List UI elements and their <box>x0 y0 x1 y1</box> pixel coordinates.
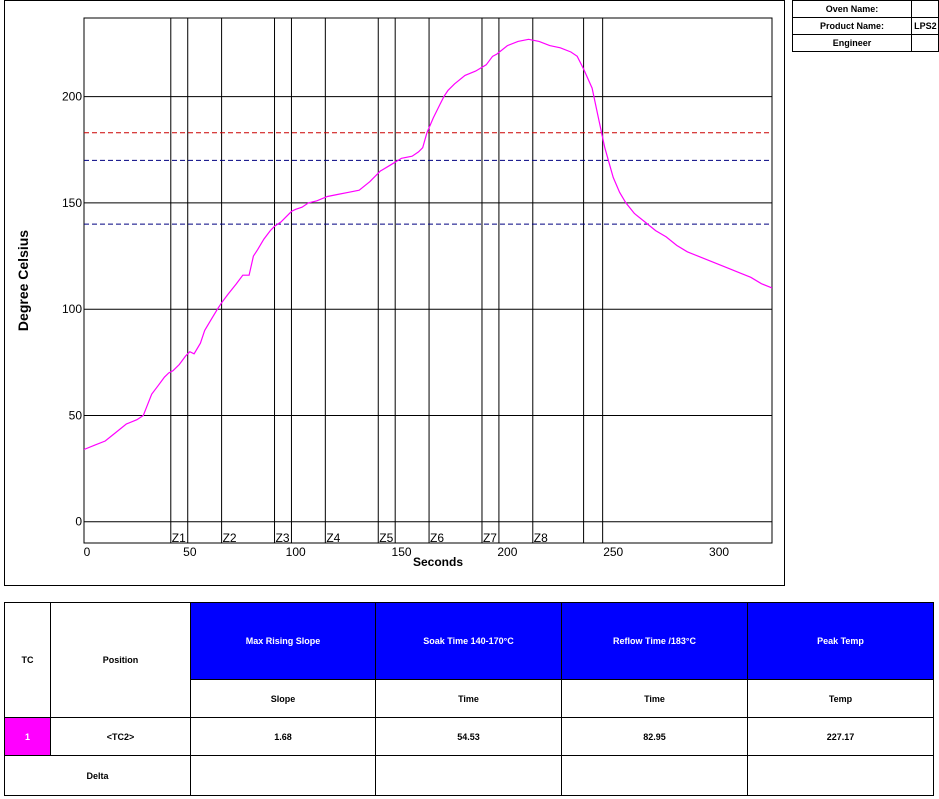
slope-unit: Slope <box>190 679 376 718</box>
slope-value: 1.68 <box>190 717 376 756</box>
reflow-time-unit: Time <box>561 679 748 718</box>
reflow-time-header: Reflow Time /183°C <box>561 602 748 680</box>
x-tick-label: 150 <box>392 545 412 559</box>
delta-slope <box>190 755 376 796</box>
zone-label: Z2 <box>223 531 237 545</box>
x-axis-title: Seconds <box>413 555 463 569</box>
y-tick-label: 200 <box>62 90 82 104</box>
x-tick-label: 0 <box>84 545 91 559</box>
temperature-profile-chart: 0 50 100 150 200 0 50 100 150 200 250 300 Z1 Z2 Z3 Z4 Z5… <box>15 17 773 569</box>
y-tick-label: 100 <box>62 302 82 316</box>
temperature-curve <box>83 38 773 451</box>
oven-name-label: Oven Name: <box>791 0 913 18</box>
tc-number: 1 <box>4 717 51 756</box>
max-rising-slope-header: Max Rising Slope <box>190 602 376 680</box>
table-row: 1 <TC2> 1.68 54.53 82.95 227.17 <box>4 717 934 756</box>
reflow-time-value: 82.95 <box>561 717 748 756</box>
soak-time-unit: Time <box>375 679 562 718</box>
chart-panel: 0 50 100 150 200 0 50 100 150 200 250 300 Z1 Z2 Z3 Z4 Z5… <box>4 0 785 586</box>
info-table: Oven Name: Product Name: LPS2 Engineer <box>791 0 939 52</box>
y-tick-label: 150 <box>62 196 82 210</box>
engineer-label: Engineer <box>791 34 913 52</box>
soak-time-header: Soak Time 140-170°C <box>375 602 562 680</box>
oven-name-value <box>911 0 939 18</box>
delta-peak-temp <box>747 755 934 796</box>
results-table: TC Position Max Rising Slope Soak Time 1… <box>4 602 934 796</box>
zone-label: Z3 <box>276 531 290 545</box>
x-tick-label: 100 <box>286 545 306 559</box>
zone-label: Z4 <box>326 531 340 545</box>
y-axis-title: Degree Celsius <box>15 230 31 331</box>
x-tick-label: 300 <box>709 545 729 559</box>
position-header: Position <box>50 602 191 718</box>
peak-temp-unit: Temp <box>747 679 934 718</box>
tc-header: TC <box>4 602 51 718</box>
product-name-value: LPS2 <box>911 17 939 35</box>
y-tick-label: 50 <box>69 408 83 422</box>
zone-label: Z5 <box>379 531 393 545</box>
zone-label: Z8 <box>534 531 548 545</box>
peak-temp-value: 227.17 <box>747 717 934 756</box>
zone-label: Z6 <box>430 531 444 545</box>
y-tick-label: 0 <box>75 515 82 529</box>
delta-soak-time <box>375 755 562 796</box>
delta-reflow-time <box>561 755 748 796</box>
x-tick-label: 50 <box>183 545 197 559</box>
delta-label: Delta <box>4 755 191 796</box>
engineer-value <box>911 34 939 52</box>
peak-temp-header: Peak Temp <box>747 602 934 680</box>
zone-label: Z1 <box>172 531 186 545</box>
zone-label: Z7 <box>483 531 497 545</box>
soak-time-value: 54.53 <box>375 717 562 756</box>
x-tick-label: 250 <box>603 545 623 559</box>
position-value: <TC2> <box>50 717 191 756</box>
product-name-label: Product Name: <box>791 17 913 35</box>
x-tick-label: 200 <box>497 545 517 559</box>
